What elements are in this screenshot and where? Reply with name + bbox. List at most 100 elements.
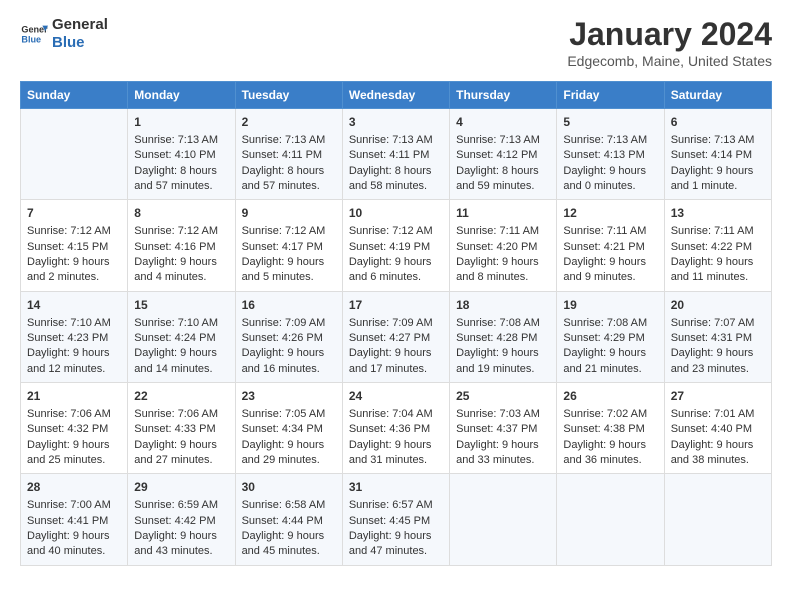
- calendar-cell: 8Sunrise: 7:12 AMSunset: 4:16 PMDaylight…: [128, 200, 235, 291]
- calendar-cell: 24Sunrise: 7:04 AMSunset: 4:36 PMDayligh…: [342, 383, 449, 474]
- week-row-1: 1Sunrise: 7:13 AMSunset: 4:10 PMDaylight…: [21, 109, 772, 200]
- day-info: Daylight: 9 hours: [563, 255, 657, 270]
- day-info: Daylight: 9 hours: [134, 438, 228, 453]
- day-info: Sunrise: 7:04 AM: [349, 407, 443, 422]
- day-info: Daylight: 9 hours: [242, 438, 336, 453]
- day-number: 16: [242, 297, 336, 314]
- calendar-cell: 13Sunrise: 7:11 AMSunset: 4:22 PMDayligh…: [664, 200, 771, 291]
- day-info: Sunset: 4:16 PM: [134, 240, 228, 255]
- calendar-cell: 21Sunrise: 7:06 AMSunset: 4:32 PMDayligh…: [21, 383, 128, 474]
- logo: General Blue General Blue: [20, 16, 108, 52]
- logo-icon: General Blue: [20, 20, 48, 48]
- day-number: 4: [456, 114, 550, 131]
- day-info: and 17 minutes.: [349, 362, 443, 377]
- calendar-cell: 18Sunrise: 7:08 AMSunset: 4:28 PMDayligh…: [450, 291, 557, 382]
- calendar-cell: 29Sunrise: 6:59 AMSunset: 4:42 PMDayligh…: [128, 474, 235, 565]
- day-info: Daylight: 9 hours: [563, 438, 657, 453]
- calendar-cell: 20Sunrise: 7:07 AMSunset: 4:31 PMDayligh…: [664, 291, 771, 382]
- day-info: Sunrise: 7:02 AM: [563, 407, 657, 422]
- day-number: 22: [134, 388, 228, 405]
- weekday-header-monday: Monday: [128, 82, 235, 109]
- day-number: 31: [349, 479, 443, 496]
- day-info: Sunrise: 7:10 AM: [134, 316, 228, 331]
- day-info: Daylight: 9 hours: [563, 346, 657, 361]
- day-info: Daylight: 9 hours: [349, 529, 443, 544]
- calendar-cell: 2Sunrise: 7:13 AMSunset: 4:11 PMDaylight…: [235, 109, 342, 200]
- day-info: and 14 minutes.: [134, 362, 228, 377]
- day-info: Sunrise: 7:13 AM: [349, 133, 443, 148]
- day-number: 17: [349, 297, 443, 314]
- day-info: Sunrise: 7:13 AM: [134, 133, 228, 148]
- day-info: and 58 minutes.: [349, 179, 443, 194]
- day-info: Sunset: 4:37 PM: [456, 422, 550, 437]
- day-info: Daylight: 9 hours: [242, 529, 336, 544]
- day-info: Sunrise: 7:03 AM: [456, 407, 550, 422]
- day-info: and 57 minutes.: [134, 179, 228, 194]
- day-info: and 16 minutes.: [242, 362, 336, 377]
- day-info: Sunrise: 6:59 AM: [134, 498, 228, 513]
- calendar-cell: 15Sunrise: 7:10 AMSunset: 4:24 PMDayligh…: [128, 291, 235, 382]
- day-info: Sunset: 4:21 PM: [563, 240, 657, 255]
- day-number: 25: [456, 388, 550, 405]
- day-info: and 33 minutes.: [456, 453, 550, 468]
- day-info: and 38 minutes.: [671, 453, 765, 468]
- day-info: Daylight: 8 hours: [349, 164, 443, 179]
- day-number: 27: [671, 388, 765, 405]
- day-info: Sunrise: 7:06 AM: [27, 407, 121, 422]
- day-info: and 43 minutes.: [134, 544, 228, 559]
- day-info: Daylight: 9 hours: [349, 346, 443, 361]
- calendar-cell: [557, 474, 664, 565]
- calendar-cell: 26Sunrise: 7:02 AMSunset: 4:38 PMDayligh…: [557, 383, 664, 474]
- day-info: and 47 minutes.: [349, 544, 443, 559]
- day-info: Daylight: 9 hours: [671, 346, 765, 361]
- weekday-header-sunday: Sunday: [21, 82, 128, 109]
- day-number: 2: [242, 114, 336, 131]
- day-number: 30: [242, 479, 336, 496]
- calendar-table: SundayMondayTuesdayWednesdayThursdayFrid…: [20, 81, 772, 566]
- day-info: Sunrise: 7:08 AM: [563, 316, 657, 331]
- day-info: Sunset: 4:11 PM: [349, 148, 443, 163]
- day-info: and 27 minutes.: [134, 453, 228, 468]
- day-info: Sunset: 4:15 PM: [27, 240, 121, 255]
- day-info: Sunset: 4:13 PM: [563, 148, 657, 163]
- day-info: Sunset: 4:20 PM: [456, 240, 550, 255]
- day-info: Daylight: 9 hours: [134, 529, 228, 544]
- day-info: Sunset: 4:42 PM: [134, 514, 228, 529]
- day-info: Sunrise: 7:10 AM: [27, 316, 121, 331]
- day-info: Sunset: 4:26 PM: [242, 331, 336, 346]
- calendar-cell: 31Sunrise: 6:57 AMSunset: 4:45 PMDayligh…: [342, 474, 449, 565]
- calendar-cell: 17Sunrise: 7:09 AMSunset: 4:27 PMDayligh…: [342, 291, 449, 382]
- day-info: and 11 minutes.: [671, 270, 765, 285]
- day-info: Daylight: 9 hours: [349, 255, 443, 270]
- calendar-cell: 27Sunrise: 7:01 AMSunset: 4:40 PMDayligh…: [664, 383, 771, 474]
- day-info: Sunset: 4:44 PM: [242, 514, 336, 529]
- day-info: Daylight: 9 hours: [134, 346, 228, 361]
- calendar-cell: 23Sunrise: 7:05 AMSunset: 4:34 PMDayligh…: [235, 383, 342, 474]
- day-info: Daylight: 8 hours: [134, 164, 228, 179]
- day-info: and 29 minutes.: [242, 453, 336, 468]
- day-info: and 59 minutes.: [456, 179, 550, 194]
- day-info: Sunrise: 6:57 AM: [349, 498, 443, 513]
- day-number: 20: [671, 297, 765, 314]
- day-info: and 57 minutes.: [242, 179, 336, 194]
- day-info: Sunset: 4:22 PM: [671, 240, 765, 255]
- day-info: and 9 minutes.: [563, 270, 657, 285]
- day-info: Sunrise: 7:09 AM: [242, 316, 336, 331]
- day-info: Daylight: 9 hours: [671, 438, 765, 453]
- calendar-cell: [664, 474, 771, 565]
- day-info: Sunrise: 7:11 AM: [671, 224, 765, 239]
- calendar-cell: 1Sunrise: 7:13 AMSunset: 4:10 PMDaylight…: [128, 109, 235, 200]
- day-info: Sunrise: 7:12 AM: [27, 224, 121, 239]
- day-number: 8: [134, 205, 228, 222]
- day-info: Daylight: 9 hours: [27, 529, 121, 544]
- day-info: and 12 minutes.: [27, 362, 121, 377]
- day-info: Daylight: 8 hours: [456, 164, 550, 179]
- day-number: 24: [349, 388, 443, 405]
- weekday-header-friday: Friday: [557, 82, 664, 109]
- calendar-cell: 16Sunrise: 7:09 AMSunset: 4:26 PMDayligh…: [235, 291, 342, 382]
- day-info: and 1 minute.: [671, 179, 765, 194]
- day-number: 18: [456, 297, 550, 314]
- day-number: 28: [27, 479, 121, 496]
- day-info: and 25 minutes.: [27, 453, 121, 468]
- calendar-cell: 11Sunrise: 7:11 AMSunset: 4:20 PMDayligh…: [450, 200, 557, 291]
